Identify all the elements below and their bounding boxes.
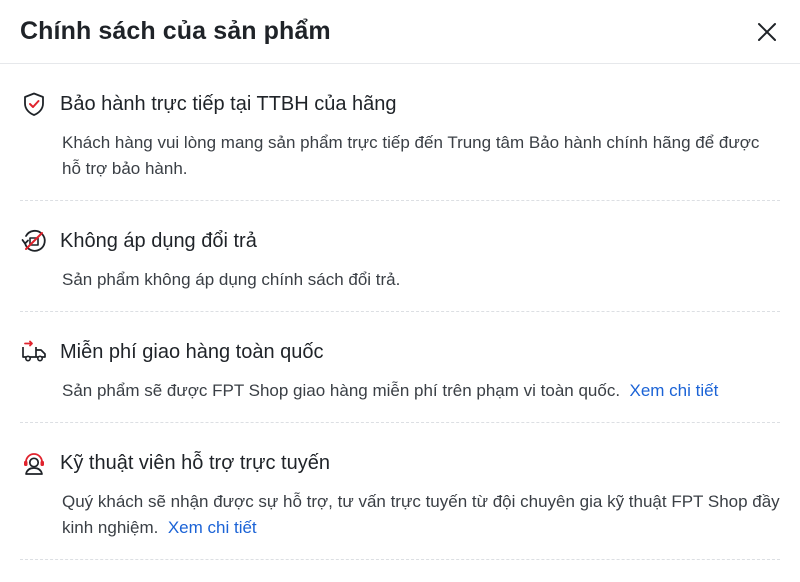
policy-description: Sản phẩm sẽ được FPT Shop giao hàng miễn… [20,378,780,404]
see-details-link[interactable]: Xem chi tiết [630,381,719,400]
policy-item-no-return: Không áp dụng đổi trả Sản phẩm không áp … [20,201,780,312]
policy-title: Bảo hành trực tiếp tại TTBH của hãng [60,93,397,115]
policy-title: Miễn phí giao hàng toàn quốc [60,341,324,363]
policy-title: Không áp dụng đổi trả [60,230,257,252]
modal-title: Chính sách của sản phẩm [20,17,331,45]
delivery-truck-icon [20,338,48,366]
shield-check-icon [20,90,48,118]
policy-description: Quý khách sẽ nhận được sự hỗ trợ, tư vấn… [20,489,780,541]
policy-item-free-shipping: Miễn phí giao hàng toàn quốc Sản phẩm sẽ… [20,312,780,423]
policy-item-online-support: Kỹ thuật viên hỗ trợ trực tuyến Quý khác… [20,423,780,560]
policy-description: Sản phẩm không áp dụng chính sách đổi tr… [62,270,401,289]
product-policy-modal: Chính sách của sản phẩm Bảo hành trực ti… [0,0,800,582]
close-icon [758,22,776,41]
close-button[interactable] [752,17,782,47]
policy-list: Bảo hành trực tiếp tại TTBH của hãng Khá… [0,64,800,560]
see-details-link[interactable]: Xem chi tiết [168,518,257,537]
modal-header: Chính sách của sản phẩm [0,0,800,64]
policy-description: Khách hàng vui lòng mang sản phẩm trực t… [62,133,760,178]
policy-description-text: Sản phẩm sẽ được FPT Shop giao hàng miễn… [62,381,621,400]
policy-title: Kỹ thuật viên hỗ trợ trực tuyến [60,452,330,474]
policy-item-warranty: Bảo hành trực tiếp tại TTBH của hãng Khá… [20,64,780,201]
no-return-icon [20,227,48,255]
support-agent-icon [20,449,48,477]
